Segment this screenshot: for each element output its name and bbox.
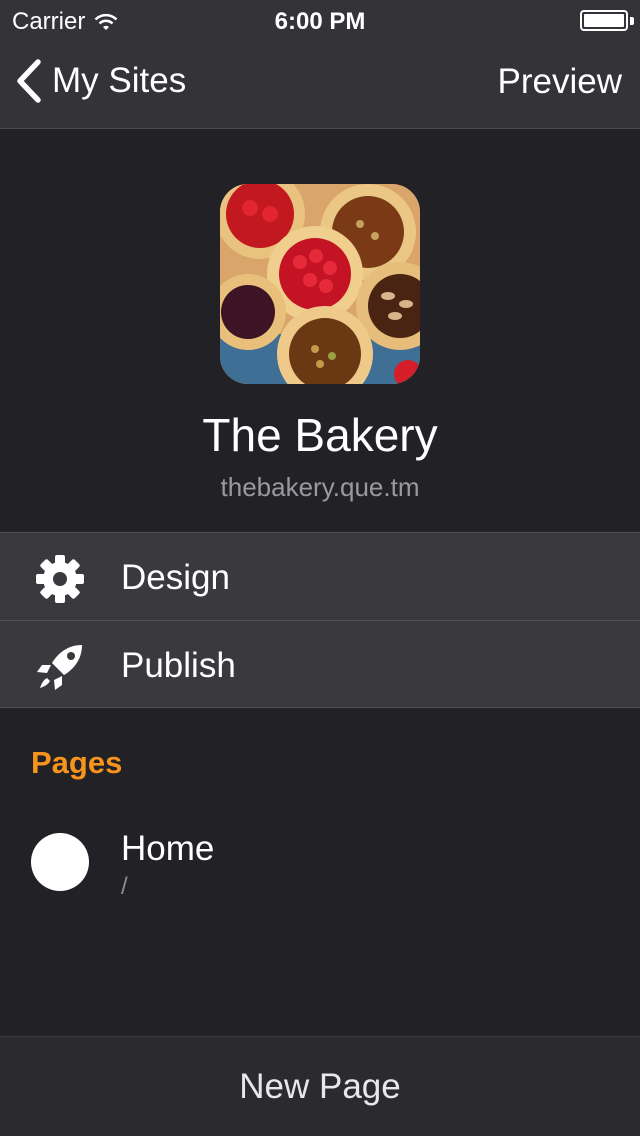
site-detail-screen: Carrier 6:00 PM My Sites Preview The Bak… [0,0,640,1136]
site-title: The Bakery [202,409,438,461]
top-bar: Carrier 6:00 PM My Sites Preview [0,0,640,129]
back-button[interactable]: My Sites [14,58,186,104]
site-url: thebakery.que.tm [220,472,420,502]
status-time: 6:00 PM [274,8,366,35]
back-label: My Sites [52,61,187,100]
page-path: / [121,873,128,900]
publish-row[interactable]: Publish [0,620,640,708]
new-page-button[interactable]: New Page [0,1036,640,1136]
design-row[interactable]: Design [0,532,640,620]
gear-icon [36,555,84,603]
page-item-home[interactable]: Home / [0,815,640,915]
pages-section-title: Pages [31,745,123,780]
chevron-left-icon [17,59,41,103]
new-page-label: New Page [239,1066,401,1106]
tarts-image [220,184,420,384]
navigation-bar: My Sites Preview [0,40,640,128]
preview-button[interactable]: Preview [498,62,622,102]
publish-label: Publish [121,646,236,685]
battery-icon [580,10,628,31]
battery-tip [630,17,634,25]
rocket-icon [37,645,82,690]
site-thumbnail [220,184,420,384]
design-label: Design [121,558,230,597]
page-name: Home [121,829,215,868]
status-bar: Carrier 6:00 PM [0,0,640,40]
page-circle-icon [31,833,89,891]
